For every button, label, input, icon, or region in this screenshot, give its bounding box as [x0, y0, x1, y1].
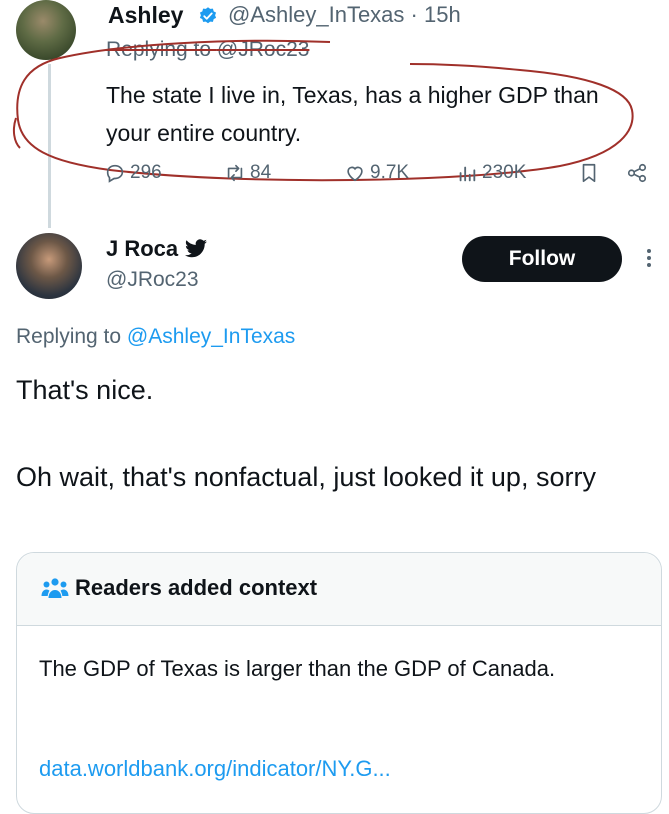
share-button[interactable]	[626, 162, 648, 184]
more-options-icon[interactable]	[643, 246, 655, 276]
community-note-title: Readers added context	[75, 575, 318, 600]
thread-connector	[48, 64, 51, 228]
author-handle-time[interactable]: @Ashley_InTexas · 15h	[228, 2, 461, 28]
tweet-text: The state I live in, Texas, has a higher…	[106, 82, 599, 146]
replying-to: Replying to @JRoc23	[106, 38, 309, 62]
community-note-link[interactable]: data.worldbank.org/indicator/NY.G...	[39, 756, 391, 782]
like-count: 9.7K	[370, 162, 410, 183]
views-button[interactable]: 230K	[456, 162, 526, 184]
author-handle[interactable]: @JRoc23	[106, 268, 199, 292]
views-icon	[459, 166, 476, 182]
tweet-actions: 296 84 9.7K 230K	[104, 162, 664, 192]
bookmark-button[interactable]	[578, 162, 600, 184]
replying-prefix: Replying to	[106, 38, 217, 61]
reply-icon	[106, 164, 124, 183]
replying-prefix: Replying to	[16, 325, 127, 348]
views-count: 230K	[482, 162, 527, 183]
verified-badge-icon	[199, 7, 217, 24]
retweet-icon	[227, 164, 243, 182]
replying-mention[interactable]: @JRoc23	[217, 38, 310, 61]
avatar[interactable]	[16, 0, 76, 60]
retweet-button[interactable]: 84	[224, 162, 271, 184]
twitter-bird-icon	[185, 239, 207, 258]
avatar[interactable]	[16, 233, 82, 299]
reply-count: 296	[130, 162, 162, 183]
like-button[interactable]: 9.7K	[344, 162, 409, 184]
replying-mention[interactable]: @Ashley_InTexas	[127, 325, 295, 348]
tweet-text-line1: That's nice.	[16, 375, 154, 405]
author-name[interactable]: J Roca	[106, 236, 178, 262]
bookmark-icon	[582, 163, 596, 183]
community-note-header: Readers added context	[17, 553, 661, 626]
community-note-text: The GDP of Texas is larger than the GDP …	[39, 656, 556, 681]
retweet-count: 84	[250, 162, 272, 183]
reply-button[interactable]: 296	[104, 162, 162, 184]
replying-to: Replying to @Ashley_InTexas	[16, 325, 295, 349]
people-icon	[41, 578, 69, 598]
heart-icon	[347, 166, 363, 182]
community-note-card: Readers added context The GDP of Texas i…	[16, 552, 662, 814]
tweet-text-line2: Oh wait, that's nonfactual, just looked …	[16, 462, 596, 492]
share-icon	[627, 163, 647, 183]
follow-button[interactable]: Follow	[462, 236, 622, 282]
author-name[interactable]: Ashley	[108, 2, 183, 29]
